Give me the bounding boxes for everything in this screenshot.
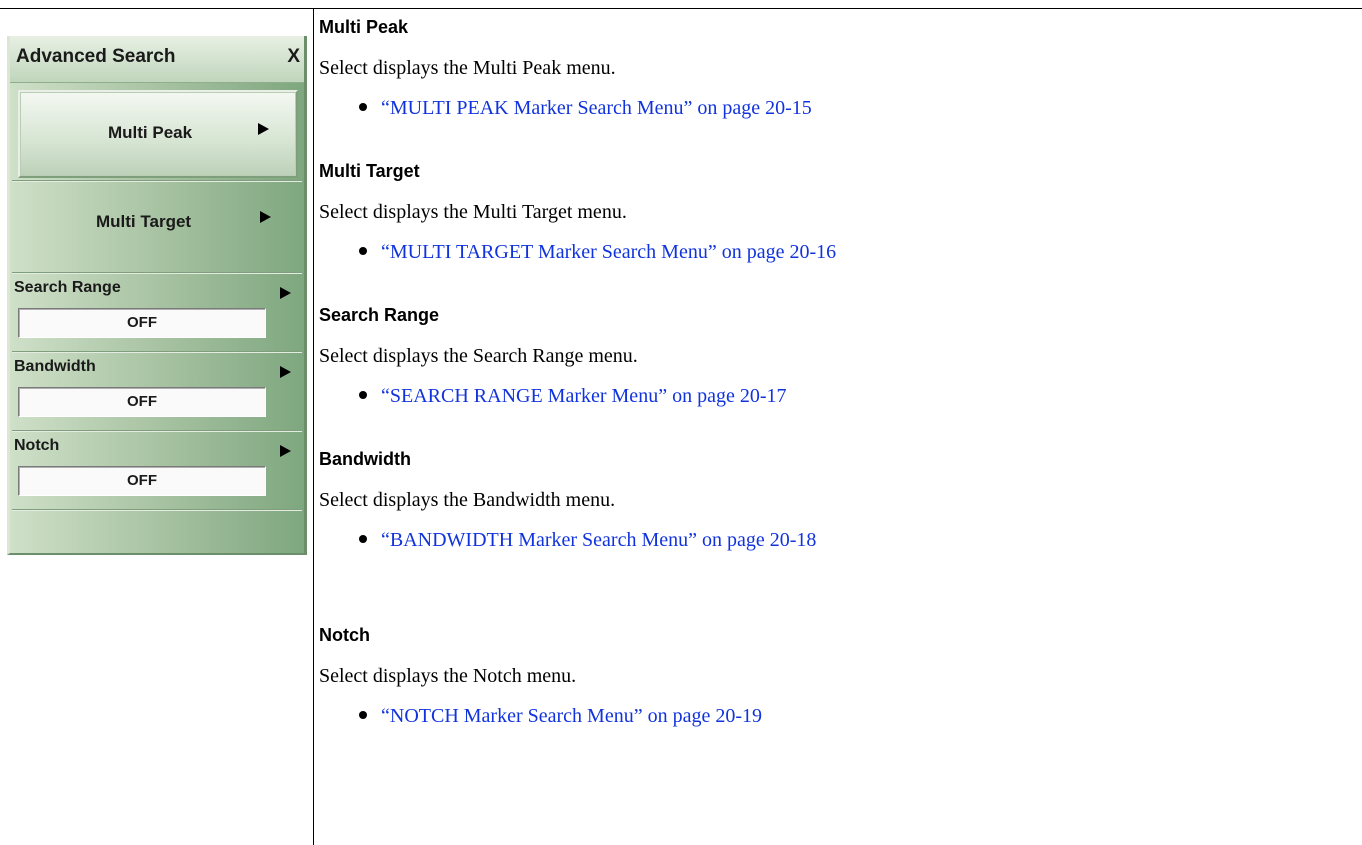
section-heading: Multi Peak xyxy=(319,17,409,37)
bullet-icon xyxy=(359,103,367,112)
cross-reference-link[interactable]: “NOTCH Marker Search Menu” on page 20-19 xyxy=(381,705,762,727)
notch-value: OFF xyxy=(18,466,266,496)
menu-separator xyxy=(12,272,302,274)
bullet-icon xyxy=(359,391,367,400)
multi-target-button[interactable]: Multi Target xyxy=(18,178,298,272)
bandwidth-button[interactable]: Bandwidth OFF xyxy=(14,356,300,426)
submenu-arrow-icon xyxy=(280,445,291,457)
multi-peak-button[interactable]: Multi Peak xyxy=(18,90,298,178)
bullet-item: “BANDWIDTH Marker Search Menu” on page 2… xyxy=(359,529,816,552)
column-divider xyxy=(313,8,314,845)
submenu-arrow-icon xyxy=(260,211,271,223)
menu-separator xyxy=(12,351,302,353)
cross-reference-link[interactable]: “MULTI TARGET Marker Search Menu” on pag… xyxy=(381,241,836,263)
multi-target-label: Multi Target xyxy=(96,212,192,231)
menu-separator xyxy=(12,509,302,511)
cross-reference-link[interactable]: “MULTI PEAK Marker Search Menu” on page … xyxy=(381,97,812,119)
bullet-item: “MULTI TARGET Marker Search Menu” on pag… xyxy=(359,241,836,264)
bullet-icon xyxy=(359,711,367,720)
notch-button[interactable]: Notch OFF xyxy=(14,435,300,505)
section-heading: Notch xyxy=(319,625,370,645)
cross-reference-link[interactable]: “SEARCH RANGE Marker Menu” on page 20-17 xyxy=(381,385,786,407)
bandwidth-label: Bandwidth xyxy=(14,358,96,375)
notch-label: Notch xyxy=(14,437,60,454)
close-button[interactable]: X xyxy=(287,46,300,68)
bandwidth-value: OFF xyxy=(18,387,266,417)
submenu-arrow-icon xyxy=(280,366,291,378)
section-description: Select displays the Multi Target menu. xyxy=(319,201,627,223)
multi-peak-label: Multi Peak xyxy=(108,123,193,142)
submenu-arrow-icon xyxy=(280,287,291,299)
submenu-arrow-icon xyxy=(258,123,269,135)
section-description: Select displays the Bandwidth menu. xyxy=(319,489,616,511)
advanced-search-panel: Advanced Search X Multi Peak Multi Targe… xyxy=(7,36,307,555)
bullet-item: “SEARCH RANGE Marker Menu” on page 20-17 xyxy=(359,385,786,408)
bullet-item: “MULTI PEAK Marker Search Menu” on page … xyxy=(359,97,812,120)
bullet-icon xyxy=(359,535,367,544)
section-description: Select displays the Multi Peak menu. xyxy=(319,57,616,79)
bullet-icon xyxy=(359,247,367,256)
section-description: Select displays the Notch menu. xyxy=(319,665,577,687)
section-heading: Multi Target xyxy=(319,161,420,181)
panel-header: Advanced Search X xyxy=(10,36,304,83)
bullet-item: “NOTCH Marker Search Menu” on page 20-19 xyxy=(359,705,762,728)
section-heading: Search Range xyxy=(319,305,440,325)
search-range-button[interactable]: Search Range OFF xyxy=(14,277,300,347)
section-description: Select displays the Search Range menu. xyxy=(319,345,638,367)
panel-title: Advanced Search xyxy=(16,46,176,67)
search-range-label: Search Range xyxy=(14,279,121,296)
top-rule xyxy=(0,8,1362,9)
cross-reference-link[interactable]: “BANDWIDTH Marker Search Menu” on page 2… xyxy=(381,529,816,551)
search-range-value: OFF xyxy=(18,308,266,338)
menu-separator xyxy=(12,430,302,432)
section-heading: Bandwidth xyxy=(319,449,411,469)
